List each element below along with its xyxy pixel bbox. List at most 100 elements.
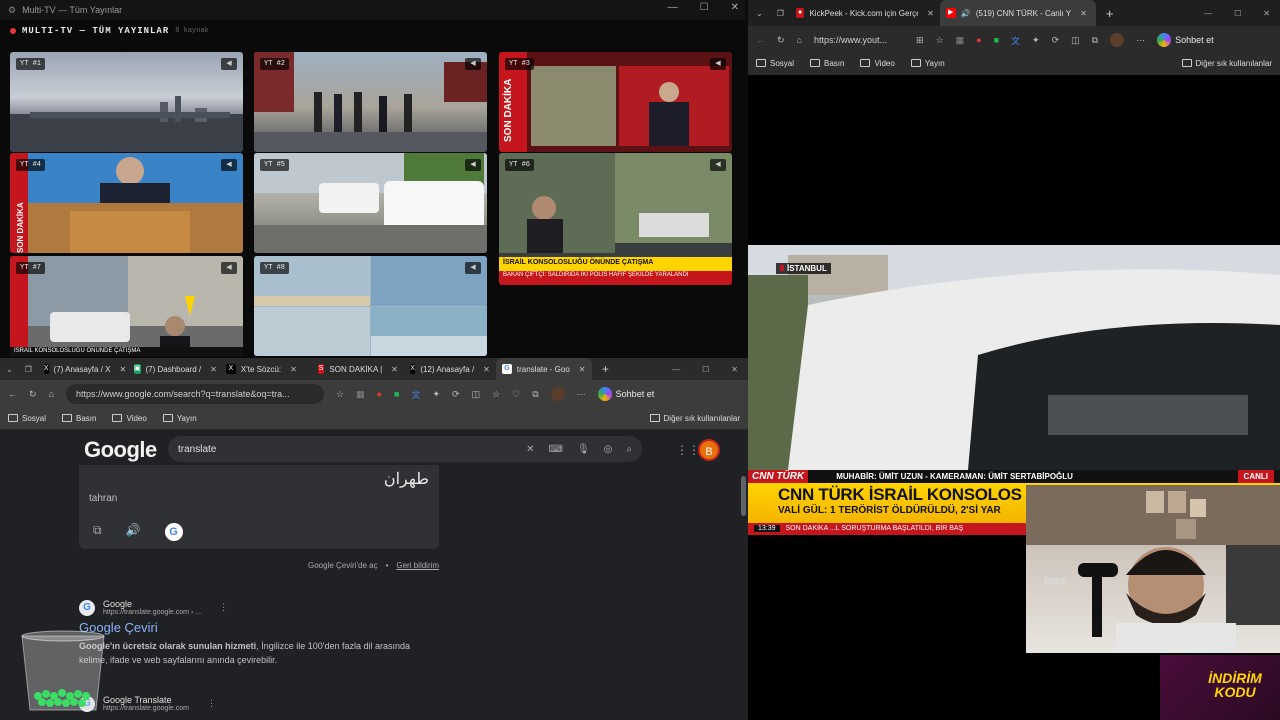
extension-icon[interactable]: ● [377, 389, 382, 399]
close-tab-icon[interactable]: ✕ [483, 365, 490, 374]
lens-icon[interactable]: ◎ [604, 444, 613, 455]
mute-icon[interactable]: ◀ [710, 58, 726, 70]
result-url[interactable]: https://translate.google.com [103, 705, 189, 712]
mute-icon[interactable]: ◀ [710, 159, 726, 171]
extension-icon[interactable]: ■ [994, 35, 999, 45]
google-logo[interactable]: Google [84, 437, 157, 463]
maximize-icon[interactable]: ☐ [1234, 9, 1241, 18]
apps-grid-icon[interactable]: ⋮⋮ [676, 443, 700, 457]
mute-icon[interactable]: ◀ [221, 58, 237, 70]
bookmark-folder[interactable]: Basın [62, 414, 96, 423]
maximize-icon[interactable]: ☐ [702, 365, 709, 374]
extensions-icon[interactable]: ⧉ [532, 389, 538, 400]
extension-icon[interactable]: ● [976, 35, 981, 45]
split-screen-icon[interactable]: ◫ [1071, 35, 1080, 46]
more-icon[interactable]: ⋯ [577, 389, 586, 400]
address-bar[interactable]: https://www.google.com/search?q=translat… [65, 384, 324, 404]
close-tab-icon[interactable]: ✕ [579, 365, 586, 374]
mute-icon[interactable]: ◀ [465, 58, 481, 70]
stream-tile[interactable]: İSRAİL KONSOLOSLUĞU ÖNÜNDE ÇATIŞMA BAKAN… [499, 153, 732, 285]
more-icon[interactable]: ⋯ [1136, 35, 1145, 46]
tab-sozcu[interactable]: X X'te Sözcü: ✕ [220, 358, 312, 380]
close-tab-icon[interactable]: ✕ [290, 365, 297, 374]
result-title-link[interactable]: Google Çeviri [79, 620, 439, 635]
close-tab-icon[interactable]: ✕ [1080, 9, 1087, 18]
mute-icon[interactable]: ◀ [465, 159, 481, 171]
close-tab-icon[interactable]: ✕ [391, 365, 398, 374]
audio-icon[interactable]: 🔊 [961, 9, 971, 18]
back-icon[interactable]: ← [756, 35, 765, 45]
search-icon[interactable]: ⌕ [626, 444, 632, 455]
close-icon[interactable]: ✕ [731, 365, 738, 374]
bookmark-folder[interactable]: Video [860, 59, 895, 68]
workspaces-icon[interactable]: ❐ [771, 9, 790, 18]
maximize-icon[interactable]: ☐ [700, 2, 709, 13]
bookmark-folder[interactable]: Yayın [910, 59, 945, 68]
mute-icon[interactable]: ◀ [221, 262, 237, 274]
translate-icon[interactable]: 文 [411, 388, 420, 401]
avatar[interactable] [550, 387, 565, 401]
feedback-link[interactable]: Geri bildirim [396, 561, 439, 570]
keyboard-icon[interactable]: ⌨ [549, 444, 563, 455]
favorite-star-icon[interactable]: ☆ [936, 35, 944, 46]
clear-icon[interactable]: ✕ [526, 444, 534, 455]
more-vert-icon[interactable]: ⋮ [219, 602, 228, 613]
new-tab-icon[interactable]: + [592, 362, 619, 376]
bookmark-folder[interactable]: Sosyal [756, 59, 794, 68]
address-bar[interactable]: https://www.yout... [814, 30, 904, 50]
bookmark-folder[interactable]: Basın [810, 59, 844, 68]
minimize-icon[interactable]: — [672, 365, 680, 374]
favorites-icon[interactable]: ☆ [492, 389, 500, 400]
close-icon[interactable]: ✕ [731, 2, 739, 13]
stream-tile[interactable]: YT #1 ◀ [10, 52, 243, 152]
close-tab-icon[interactable]: ✕ [119, 365, 126, 374]
favorite-star-icon[interactable]: ☆ [336, 389, 344, 400]
stream-tile[interactable]: İSRAİL KONSOLOSLUĞU ÖNÜNDE ÇATIŞMA YT #7… [10, 256, 243, 356]
minimize-icon[interactable]: — [1204, 9, 1212, 18]
bookmark-folder[interactable]: Video [112, 414, 147, 423]
other-favorites[interactable]: Diğer sık kullanılanlar [1181, 59, 1272, 68]
tab-actions-icon[interactable]: ⌄ [748, 9, 771, 18]
open-in-translate-link[interactable]: Google Çeviri'de aç [308, 561, 378, 570]
new-tab-icon[interactable]: + [1096, 6, 1124, 21]
speaker-icon[interactable]: 🔊 [126, 523, 141, 541]
stream-tile[interactable]: SON DAKİKA YT #3 ◀ [499, 52, 732, 152]
result-url[interactable]: https://translate.google.com › ... [103, 609, 201, 616]
extension-icon[interactable]: ▦ [956, 35, 965, 46]
other-favorites[interactable]: Diğer sık kullanılanlar [649, 414, 740, 423]
back-icon[interactable]: ← [8, 389, 17, 399]
tab-google-translate[interactable]: G translate - Goo ✕ [495, 358, 592, 380]
stream-tile[interactable]: SON DAKİKA YT #4 ◀ [10, 153, 243, 253]
extension-icon[interactable]: ✦ [432, 389, 440, 400]
reload-icon[interactable]: ↻ [29, 389, 37, 400]
stream-tile[interactable]: YT #2 ◀ [254, 52, 487, 152]
app-available-icon[interactable]: ⊞ [916, 35, 924, 46]
mute-icon[interactable]: ◀ [465, 262, 481, 274]
bookmark-folder[interactable]: Sosyal [8, 414, 46, 423]
close-icon[interactable]: ✕ [1263, 9, 1270, 18]
video-player[interactable]: İSTANBUL CNN TÜRK MUHABİR: ÜMİT UZUN - K… [748, 75, 1280, 720]
mic-icon[interactable]: 🎙 [577, 444, 590, 455]
copy-icon[interactable]: ⧉ [93, 523, 102, 541]
refresh-extension-icon[interactable]: ⟳ [1052, 35, 1060, 46]
copilot-button[interactable]: Sohbet et [597, 387, 654, 401]
scrollbar[interactable] [741, 476, 746, 516]
copilot-button[interactable]: Sohbet et [1157, 33, 1214, 47]
collections-icon[interactable]: ♡ [512, 389, 520, 400]
extension-icon[interactable]: ■ [394, 389, 399, 399]
translate-icon[interactable]: 文 [1011, 34, 1020, 47]
refresh-extension-icon[interactable]: ⟳ [452, 389, 460, 400]
tab-son-dakika[interactable]: S SON DAKİKA | ✕ [312, 358, 404, 380]
reload-icon[interactable]: ↻ [777, 35, 785, 46]
extension-icon[interactable]: ✦ [1032, 35, 1040, 46]
split-screen-icon[interactable]: ◫ [472, 389, 481, 400]
tab-actions-icon[interactable]: ⌄ [0, 365, 19, 374]
close-tab-icon[interactable]: ✕ [927, 9, 934, 18]
stream-tile[interactable]: YT #5 ◀ [254, 153, 487, 253]
tab-x-home-2[interactable]: X (12) Anasayfa / ✕ [404, 358, 496, 380]
workspaces-icon[interactable]: ❐ [19, 365, 38, 374]
tab-kickpeek[interactable]: ● KickPeek - Kick.com için Gerçek Za ✕ [790, 0, 940, 26]
bookmark-folder[interactable]: Yayın [162, 414, 197, 423]
avatar[interactable] [1110, 33, 1125, 47]
tab-cnn-turk[interactable]: ▶ 🔊 (519) CNN TÜRK - Canlı Y ✕ [939, 0, 1096, 26]
